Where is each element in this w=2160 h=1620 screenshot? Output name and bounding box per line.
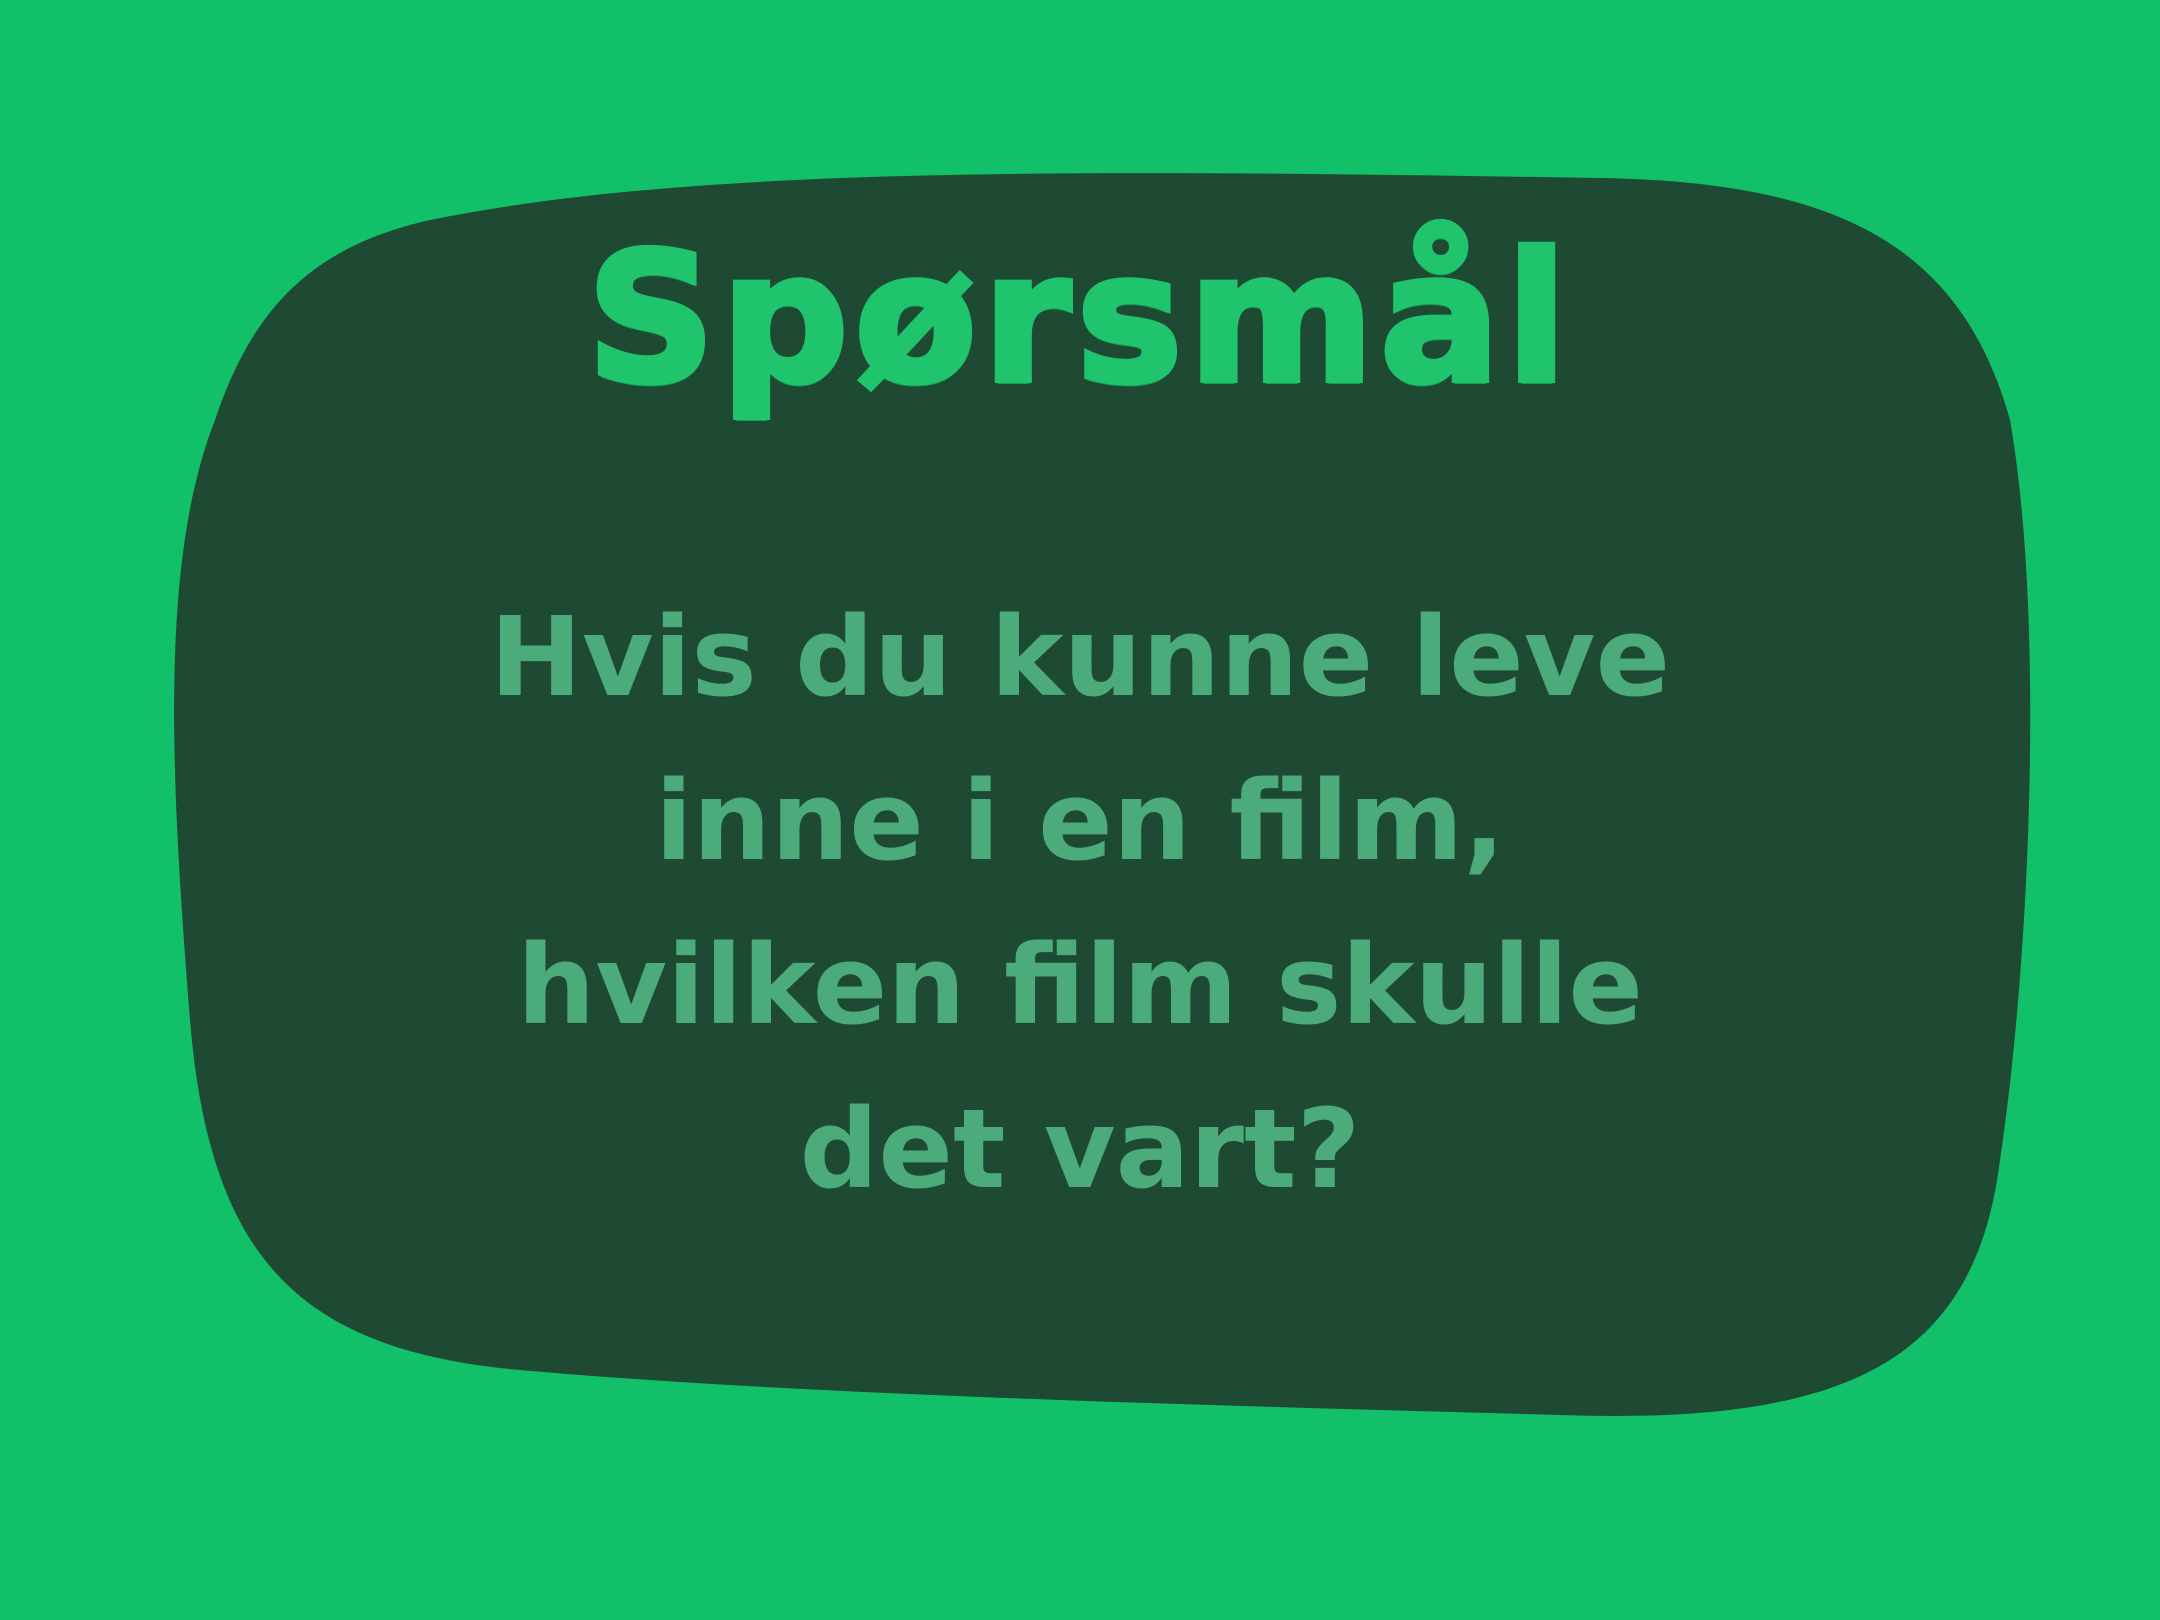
question-line: det vart?	[799, 1085, 1361, 1213]
question-text: Hvis du kunne leve inne i en film, hvilk…	[380, 575, 1780, 1231]
question-line: hvilken film skulle	[517, 921, 1643, 1049]
question-line: inne i en film,	[654, 757, 1506, 885]
card-title: Spørsmål	[584, 215, 1574, 422]
question-line: Hvis du kunne leve	[489, 593, 1671, 721]
question-card-screen: Spørsmål Hvis du kunne leve inne i en fi…	[0, 0, 2160, 1620]
